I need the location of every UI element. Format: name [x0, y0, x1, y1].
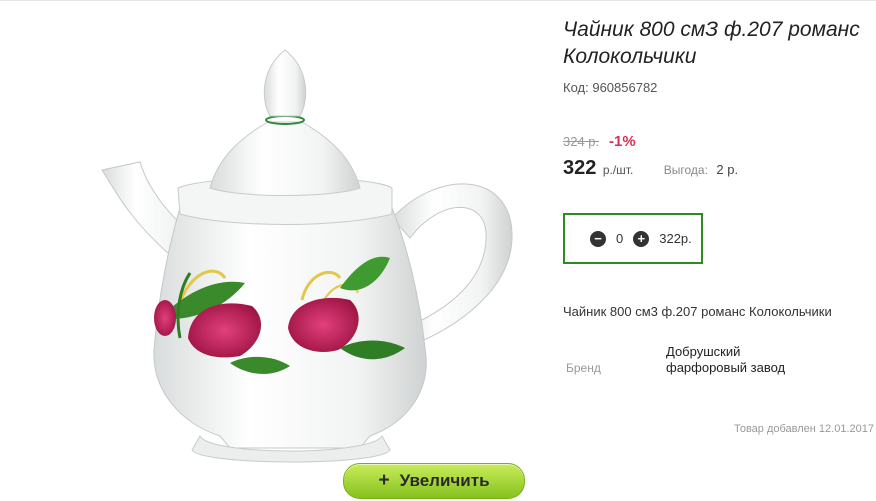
teapot-illustration — [101, 49, 513, 463]
quantity-total: 322р. — [659, 231, 692, 246]
price-value: 322 — [563, 157, 597, 179]
product-code: Код: 960856782 — [563, 80, 657, 95]
old-price-row: 324 р. -1% — [563, 133, 636, 150]
product-title: Чайник 800 смЗ ф.207 романс Колокольчики — [563, 18, 860, 68]
old-price: 324 р. — [563, 134, 600, 149]
price-unit: р./шт. — [602, 163, 634, 177]
brand-value: Добрушский фарфоровый завод — [666, 344, 786, 375]
plus-icon: + — [378, 470, 390, 491]
price-row: 322 р./шт. Выгода: 2 р. — [563, 157, 738, 180]
added-date: Товар добавлен 12.01.2017 — [733, 423, 874, 435]
benefit-label: Выгода: — [663, 163, 708, 177]
product-description: Чайник 800 см3 ф.207 романс Колокольчики — [563, 304, 832, 319]
quantity-stepper: − 0 + 322р. — [563, 213, 703, 264]
product-code-label: Код: — [563, 80, 589, 95]
quantity-value: 0 — [616, 231, 624, 246]
minus-circle-icon[interactable]: − — [590, 230, 606, 247]
product-image[interactable] — [40, 38, 540, 493]
zoom-button[interactable]: + Увеличить — [343, 463, 525, 499]
discount-badge: -1% — [609, 133, 636, 150]
top-divider — [0, 0, 876, 1]
benefit-value: 2 р. — [716, 162, 739, 177]
brand-label: Бренд — [566, 361, 601, 375]
plus-circle-icon[interactable]: + — [633, 230, 650, 247]
product-code-value: 960856782 — [592, 80, 658, 95]
zoom-button-label: Увеличить — [399, 471, 490, 490]
